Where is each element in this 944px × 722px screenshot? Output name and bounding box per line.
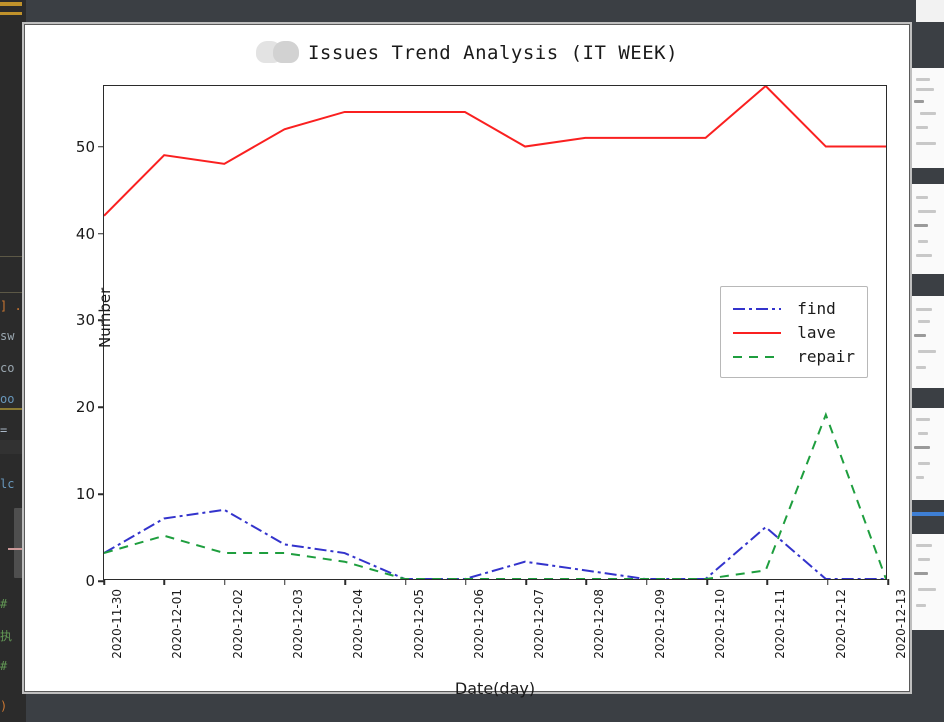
y-tick-mark bbox=[98, 146, 104, 148]
chart-legend[interactable]: find lave repair bbox=[720, 286, 868, 378]
legend-item-repair[interactable]: repair bbox=[731, 344, 855, 368]
x-tick-label: 2020-12-11 bbox=[773, 589, 788, 659]
y-tick-label: 30 bbox=[75, 311, 95, 330]
x-tick-mark bbox=[585, 579, 588, 585]
legend-swatch-repair bbox=[731, 349, 783, 363]
y-tick-label: 10 bbox=[75, 485, 95, 504]
minimap-card bbox=[910, 68, 944, 168]
legend-label-lave: lave bbox=[797, 322, 836, 342]
editor-accent-bar-second bbox=[0, 12, 22, 15]
x-tick-label: 2020-12-02 bbox=[230, 589, 245, 659]
y-axis-label: Number bbox=[96, 287, 114, 348]
x-tick-mark bbox=[646, 579, 648, 585]
x-tick-mark bbox=[826, 579, 829, 585]
y-tick-label: 0 bbox=[85, 572, 95, 590]
x-tick-mark bbox=[284, 579, 286, 585]
matplotlib-figure-window[interactable]: Issues Trend Analysis (IT WEEK) Number 0… bbox=[22, 22, 912, 698]
x-tick-label: 2020-12-07 bbox=[532, 589, 547, 659]
x-tick-label: 2020-12-01 bbox=[170, 589, 185, 659]
legend-item-lave[interactable]: lave bbox=[731, 320, 855, 344]
x-tick-label: 2020-12-04 bbox=[351, 589, 366, 659]
x-tick-label: 2020-12-05 bbox=[411, 589, 426, 659]
series-line-find bbox=[104, 510, 886, 579]
minimap-card bbox=[910, 296, 944, 388]
legend-label-repair: repair bbox=[797, 346, 855, 366]
x-tick-mark bbox=[525, 579, 527, 585]
legend-swatch-find bbox=[731, 301, 783, 315]
x-tick-label: 2020-12-09 bbox=[652, 589, 667, 659]
series-line-lave bbox=[104, 86, 886, 216]
x-tick-label: 2020-12-12 bbox=[833, 589, 848, 659]
x-tick-label: 2020-12-08 bbox=[592, 589, 607, 659]
editor-accent-bar-top bbox=[0, 2, 22, 6]
minimap-panel[interactable] bbox=[908, 0, 944, 722]
minimap-card bbox=[916, 0, 944, 22]
minimap-card bbox=[910, 184, 944, 274]
legend-swatch-lave bbox=[731, 325, 783, 339]
chart-title: Issues Trend Analysis (IT WEEK) bbox=[25, 41, 909, 64]
legend-label-find: find bbox=[797, 298, 836, 318]
x-tick-mark bbox=[223, 579, 226, 585]
code-fragment: ) bbox=[0, 700, 8, 713]
y-tick-label: 50 bbox=[75, 137, 95, 156]
x-tick-label: 2020-12-06 bbox=[471, 589, 486, 659]
x-tick-mark bbox=[163, 579, 166, 585]
chart-title-text: Issues Trend Analysis (IT WEEK) bbox=[307, 42, 679, 64]
desktop-root: ] . sw co oo = lc # 执 # ) Issues Trend A… bbox=[0, 0, 944, 722]
legend-item-find[interactable]: find bbox=[731, 296, 855, 320]
x-tick-mark bbox=[465, 579, 467, 585]
figure-canvas: Issues Trend Analysis (IT WEEK) Number 0… bbox=[24, 24, 910, 698]
x-tick-mark bbox=[706, 579, 708, 585]
x-tick-label: 2020-11-30 bbox=[110, 589, 124, 659]
x-tick-label: 2020-12-13 bbox=[894, 589, 908, 659]
x-tick-mark bbox=[103, 579, 105, 585]
minimap-active-indicator[interactable] bbox=[908, 512, 944, 516]
x-tick-mark bbox=[344, 579, 346, 585]
minimap-card bbox=[910, 408, 944, 500]
plot-area: Number 0 10 20 30 40 50 2020-11-30 2020-12-01 2… bbox=[76, 85, 908, 698]
y-tick-mark bbox=[98, 232, 104, 235]
x-tick-mark bbox=[766, 579, 769, 585]
missing-glyph-tofu-icon bbox=[255, 41, 302, 63]
y-tick-label: 20 bbox=[75, 398, 95, 417]
y-tick-mark bbox=[98, 406, 104, 409]
x-tick-mark bbox=[887, 579, 889, 585]
series-line-repair bbox=[104, 415, 886, 579]
x-tick-mark bbox=[404, 579, 407, 585]
y-tick-label: 40 bbox=[75, 224, 95, 243]
y-tick-mark bbox=[98, 493, 104, 495]
minimap-card bbox=[910, 534, 944, 630]
x-tick-label: 2020-12-10 bbox=[713, 589, 728, 659]
y-tick-mark bbox=[98, 319, 104, 322]
x-tick-label: 2020-12-03 bbox=[290, 589, 305, 659]
x-axis-label: Date(day) bbox=[454, 679, 536, 698]
